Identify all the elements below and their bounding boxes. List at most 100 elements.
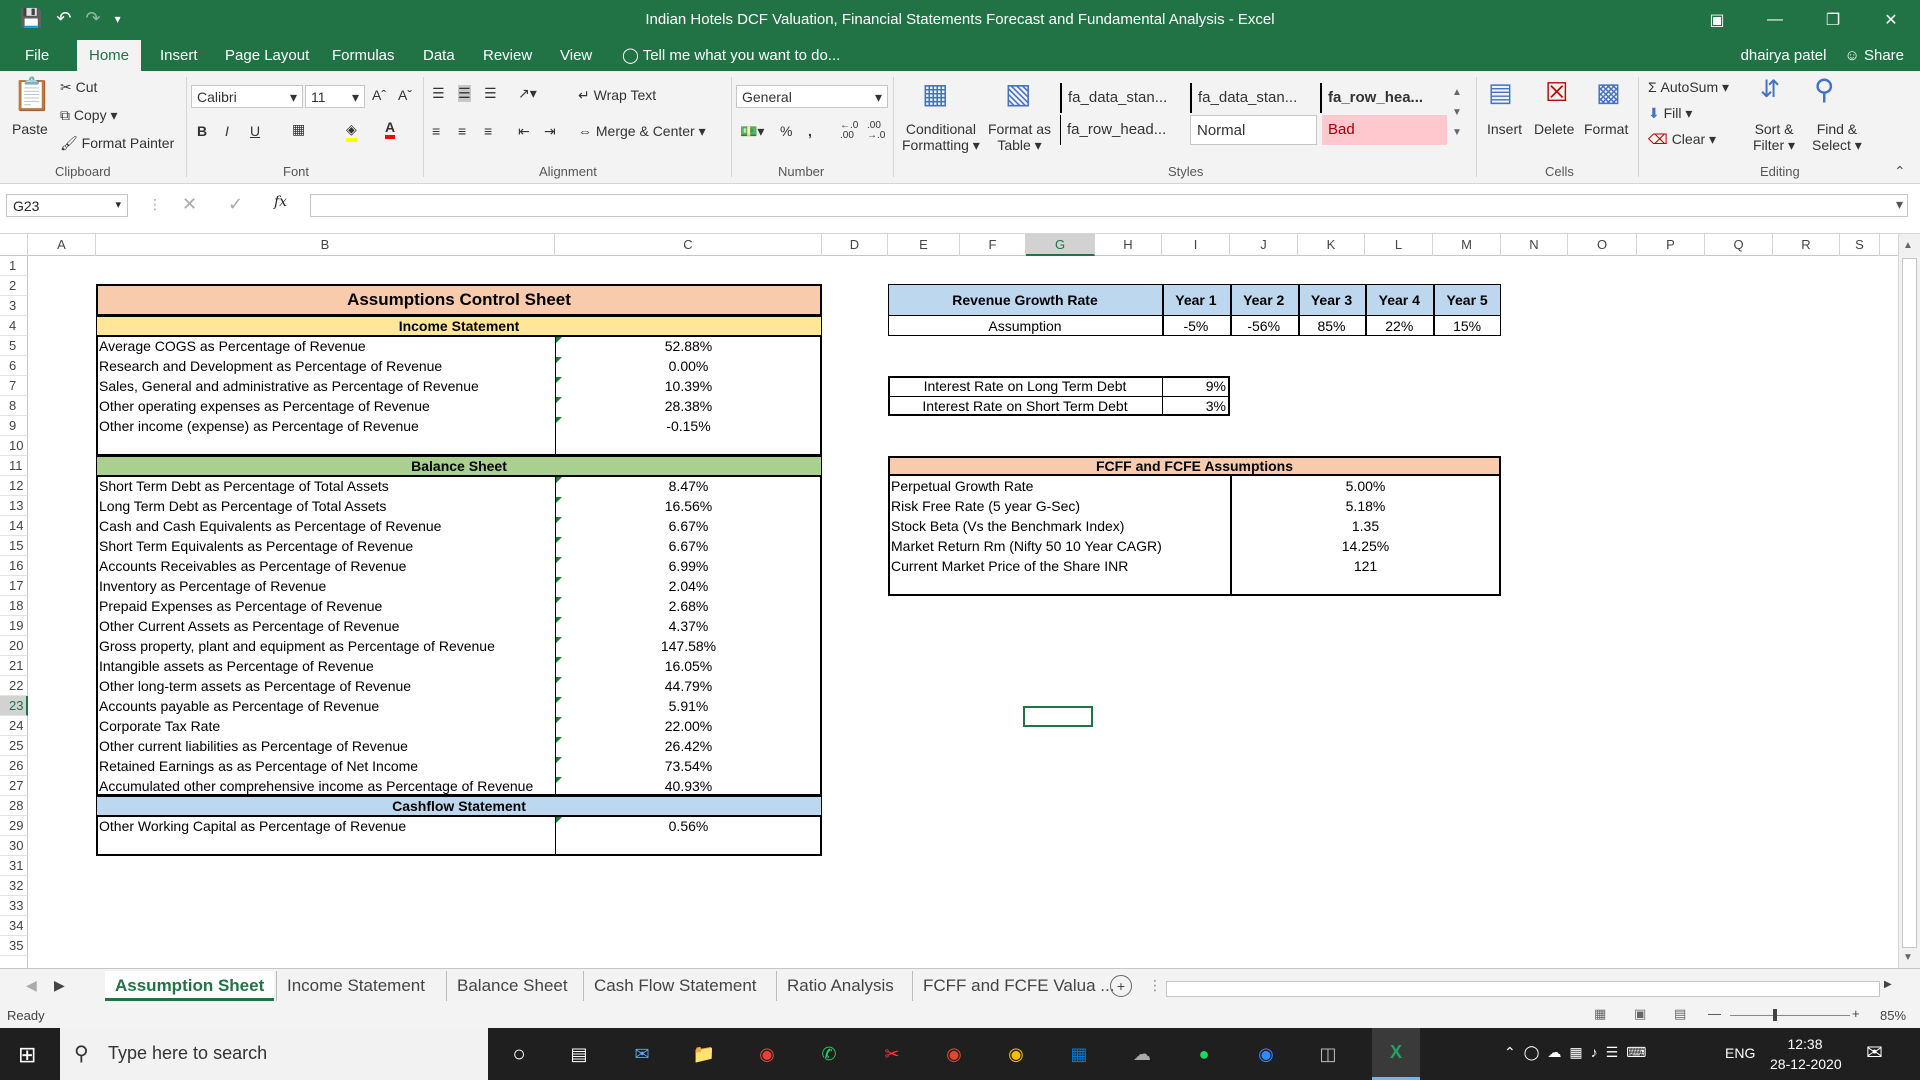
row-header-22[interactable]: 22 [0,676,28,696]
growth-year-value[interactable]: 85% [1298,316,1366,336]
enter-icon[interactable]: ✓ [228,194,243,215]
select-all-corner[interactable] [0,234,28,256]
calculator-icon[interactable]: ▦ [1063,1038,1095,1070]
mail-icon[interactable]: ✉ [626,1038,658,1070]
column-header-i[interactable]: I [1162,234,1230,256]
balance-row-value[interactable]: 44.79% [555,676,822,696]
tab-view[interactable]: View [548,40,604,71]
sheet-tab-assumption[interactable]: Assumption Sheet [105,971,275,1001]
style-fa-row-header-1[interactable]: fa_row_hea... [1320,83,1447,113]
font-color-icon[interactable]: A [385,119,396,139]
ribbon-display-icon[interactable]: ▣ [1688,0,1746,40]
expand-formula-icon[interactable]: ▾ [1896,196,1903,213]
format-as-table-icon[interactable]: ▧ [1005,77,1031,110]
insert-cells-icon[interactable]: ▤ [1488,77,1513,108]
comma-icon[interactable]: , [808,123,812,139]
row-header-25[interactable]: 25 [0,736,28,756]
formula-input[interactable] [310,194,1908,217]
font-size-select[interactable]: 11 ▾ [305,85,365,108]
row-header-27[interactable]: 27 [0,776,28,796]
tab-insert[interactable]: Insert [148,40,210,71]
close-button[interactable]: ✕ [1862,0,1920,40]
styles-scroll-icon[interactable]: ▲ ▼ ▼ [1452,83,1462,143]
tab-review[interactable]: Review [471,40,544,71]
number-format-select[interactable]: General ▾ [736,85,888,108]
sheet-tab-cashflow[interactable]: Cash Flow Statement [583,971,767,1001]
excel-taskbar-icon[interactable]: X [1372,1028,1420,1080]
cashflow-row-value[interactable]: 0.56% [555,816,822,836]
row-header-21[interactable]: 21 [0,656,28,676]
share-button[interactable]: ☺ Share [1844,40,1904,71]
row-header-29[interactable]: 29 [0,816,28,836]
row-header-15[interactable]: 15 [0,536,28,556]
column-header-c[interactable]: C [555,234,822,256]
column-header-f[interactable]: F [960,234,1026,256]
fill-button[interactable]: ⬇ Fill ▾ [1648,105,1692,122]
column-header-o[interactable]: O [1568,234,1637,256]
income-row-value[interactable]: 52.88% [555,336,822,356]
zoom-slider-thumb[interactable] [1773,1009,1777,1021]
currency-icon[interactable]: 💵▾ [740,123,764,140]
balance-row-value[interactable]: 4.37% [555,616,822,636]
scroll-down-icon[interactable]: ▼ [1903,952,1913,963]
page-break-view-icon[interactable]: ▤ [1674,1006,1686,1022]
sort-filter-button[interactable]: Sort & Filter ▾ [1753,121,1795,154]
align-middle-icon[interactable]: ☰ [458,85,471,102]
paste-icon[interactable]: 📋 [12,75,52,113]
style-fa-data-standard-2[interactable]: fa_data_stan... [1190,83,1317,113]
task-view-icon[interactable]: ▤ [563,1038,595,1070]
autosum-button[interactable]: Σ AutoSum ▾ [1648,79,1729,96]
interest-value[interactable]: 9% [1162,376,1226,396]
column-header-k[interactable]: K [1298,234,1365,256]
worksheet-grid[interactable]: Assumptions Control Sheet Income Statemen… [28,256,1898,968]
cancel-icon[interactable]: ✕ [182,194,197,215]
wrap-text-button[interactable]: ↵ Wrap Text [578,87,656,104]
language-indicator[interactable]: ENG [1725,1045,1755,1061]
sort-filter-icon[interactable]: ⇵ [1760,75,1780,104]
snip-tool-icon[interactable]: ✂ [876,1038,908,1070]
balance-row-value[interactable]: 6.67% [555,536,822,556]
paste-button[interactable]: Paste [12,121,48,137]
tell-me-box[interactable]: ◯ Tell me what you want to do... [610,40,852,71]
balance-row-value[interactable]: 26.42% [555,736,822,756]
column-header-a[interactable]: A [28,234,96,256]
row-header-34[interactable]: 34 [0,916,28,936]
find-select-button[interactable]: Find & Select ▾ [1812,121,1862,154]
row-header-18[interactable]: 18 [0,596,28,616]
row-header-20[interactable]: 20 [0,636,28,656]
fcff-value[interactable]: 5.00% [1230,476,1501,496]
minimize-button[interactable]: — [1746,0,1804,40]
balance-row-value[interactable]: 16.56% [555,496,822,516]
zoom-out-icon[interactable]: — [1708,1006,1721,1021]
scroll-right-icon[interactable]: ▶ [1884,979,1892,990]
zoom-slider[interactable] [1730,1015,1850,1016]
conditional-formatting-icon[interactable]: ▦ [922,77,948,110]
style-fa-data-standard-1[interactable]: fa_data_stan... [1060,83,1187,113]
sheet-tab-balance[interactable]: Balance Sheet [446,971,578,1001]
next-sheet-icon[interactable]: ▶ [54,977,65,994]
whatsapp-icon[interactable]: ✆ [813,1038,845,1070]
page-layout-view-icon[interactable]: ▣ [1634,1006,1646,1022]
tab-home[interactable]: Home [77,40,142,71]
row-header-12[interactable]: 12 [0,476,28,496]
income-row-value[interactable]: 28.38% [555,396,822,416]
decrease-indent-icon[interactable]: ⇤ [518,123,530,140]
increase-decimal-icon[interactable]: ←.0.00 [840,121,858,141]
row-header-3[interactable]: 3 [0,296,28,316]
column-header-p[interactable]: P [1637,234,1705,256]
horizontal-scrollbar[interactable] [1166,981,1880,997]
interest-value[interactable]: 3% [1162,396,1226,416]
balance-row-value[interactable]: 22.00% [555,716,822,736]
tab-split-icon[interactable]: ⋮ [1148,977,1162,994]
column-header-m[interactable]: M [1433,234,1501,256]
format-cells-icon[interactable]: ▩ [1596,77,1621,108]
tab-data[interactable]: Data [411,40,467,71]
row-header-14[interactable]: 14 [0,516,28,536]
row-header-24[interactable]: 24 [0,716,28,736]
row-header-16[interactable]: 16 [0,556,28,576]
fcff-value[interactable]: 121 [1230,556,1501,576]
italic-icon[interactable]: I [225,123,229,139]
column-header-s[interactable]: S [1840,234,1880,256]
column-header-d[interactable]: D [822,234,888,256]
align-bottom-icon[interactable]: ☰ [484,85,497,102]
